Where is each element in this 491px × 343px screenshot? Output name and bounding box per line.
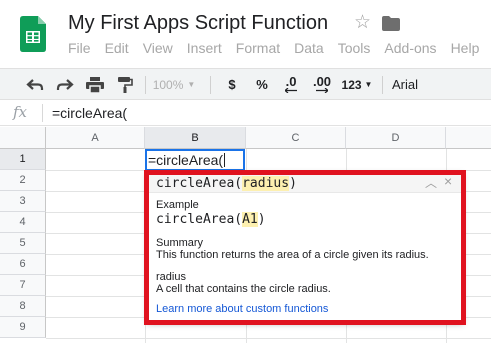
menu-addons[interactable]: Add-ons xyxy=(384,40,436,56)
formula-input[interactable]: =circleArea( xyxy=(52,105,127,121)
select-all-corner[interactable] xyxy=(0,127,46,149)
increase-decimal-button[interactable]: .00 xyxy=(309,69,335,100)
example-label: Example xyxy=(156,199,199,211)
print-button[interactable] xyxy=(84,69,106,100)
document-title[interactable]: My First Apps Script Function xyxy=(68,12,328,35)
popup-header: circleArea(radius) ︿ × xyxy=(148,173,462,193)
text-caret xyxy=(224,153,226,167)
font-select[interactable]: Arial xyxy=(392,69,432,100)
arrow-left-icon xyxy=(285,88,297,93)
param-label: radius xyxy=(156,271,186,283)
toolbar: 100% ▼ $ % .0 .00 123 ▼ Arial xyxy=(0,68,491,100)
collapse-chevron-icon[interactable]: ︿ xyxy=(425,174,437,191)
column-header-c[interactable]: C xyxy=(246,127,346,149)
sheets-logo-icon[interactable] xyxy=(20,16,46,52)
menu-bar: File Edit View Insert Format Data Tools Add-ons… xyxy=(68,40,491,56)
formula-bar: fx =circleArea( xyxy=(0,100,491,126)
column-header-a[interactable]: A xyxy=(46,127,145,149)
function-help-popup: circleArea(radius) ︿ × Example circleAre… xyxy=(147,172,463,322)
row-header-5[interactable]: 5 xyxy=(0,233,46,254)
column-header-d[interactable]: D xyxy=(346,127,446,149)
currency-format-button[interactable]: $ xyxy=(222,69,242,100)
print-icon xyxy=(86,76,104,93)
redo-icon xyxy=(56,78,74,90)
row-header-7[interactable]: 7 xyxy=(0,275,46,296)
param-text: A cell that contains the circle radius. xyxy=(156,283,331,295)
signature-param: radius xyxy=(242,176,290,191)
menu-file[interactable]: File xyxy=(68,40,91,56)
redo-button[interactable] xyxy=(54,69,76,100)
menu-format[interactable]: Format xyxy=(236,40,280,56)
undo-button[interactable] xyxy=(24,69,46,100)
row-header-2[interactable]: 2 xyxy=(0,170,46,191)
menu-tools[interactable]: Tools xyxy=(338,40,371,56)
row-header-1[interactable]: 1 xyxy=(0,149,46,170)
menu-insert[interactable]: Insert xyxy=(187,40,222,56)
menu-edit[interactable]: Edit xyxy=(105,40,129,56)
number-format-select[interactable]: 123 ▼ xyxy=(340,69,374,100)
column-header-b[interactable]: B xyxy=(145,127,246,149)
active-cell-b1[interactable]: =circleArea( xyxy=(145,149,245,171)
app-header: My First Apps Script Function ☆ File Edit… xyxy=(0,0,491,68)
cell-edit-text: =circleArea( xyxy=(148,152,224,168)
example-arg: A1 xyxy=(242,212,258,227)
paint-format-icon xyxy=(118,76,133,93)
paint-format-button[interactable] xyxy=(114,69,136,100)
decrease-decimal-button[interactable]: .0 xyxy=(280,69,302,100)
example-code: circleArea(A1) xyxy=(156,212,266,227)
learn-more-link[interactable]: Learn more about custom functions xyxy=(156,303,328,315)
folder-icon[interactable] xyxy=(382,16,400,31)
arrow-right-icon xyxy=(316,88,328,93)
undo-icon xyxy=(26,78,44,90)
summary-text: This function returns the area of a circ… xyxy=(156,249,429,261)
summary-label: Summary xyxy=(156,237,204,249)
star-icon[interactable]: ☆ xyxy=(354,12,371,34)
menu-data[interactable]: Data xyxy=(294,40,324,56)
percent-format-button[interactable]: % xyxy=(252,69,272,100)
fx-icon: fx xyxy=(13,103,28,121)
function-signature: circleArea(radius) xyxy=(156,176,297,191)
row-header-8[interactable]: 8 xyxy=(0,296,46,317)
close-icon[interactable]: × xyxy=(444,173,452,189)
menu-help[interactable]: Help xyxy=(451,40,480,56)
row-header-3[interactable]: 3 xyxy=(0,191,46,212)
row-header-9[interactable]: 9 xyxy=(0,317,46,338)
row-header-6[interactable]: 6 xyxy=(0,254,46,275)
zoom-select[interactable]: 100% ▼ xyxy=(153,69,196,100)
column-header-e[interactable] xyxy=(446,127,491,149)
menu-view[interactable]: View xyxy=(143,40,173,56)
row-header-4[interactable]: 4 xyxy=(0,212,46,233)
